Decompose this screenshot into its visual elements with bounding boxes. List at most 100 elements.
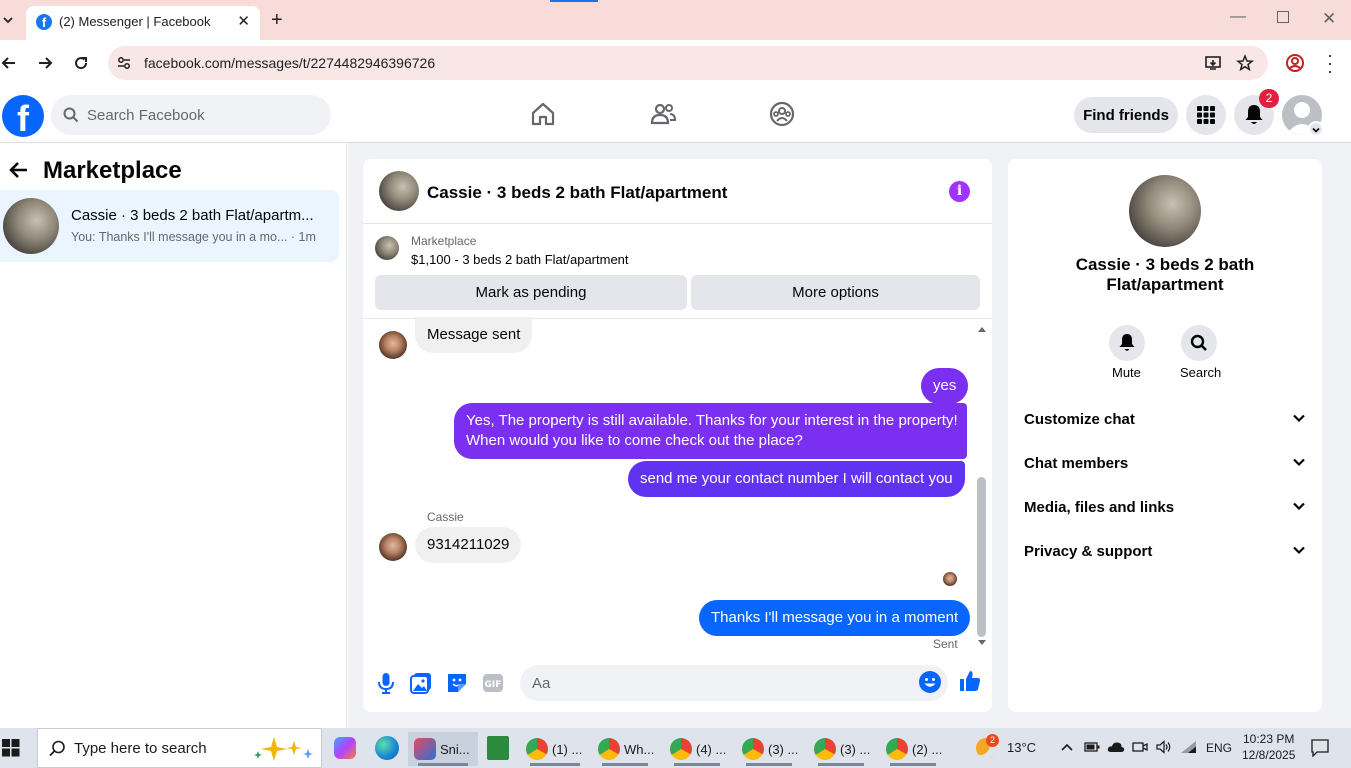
emoji-icon[interactable] <box>918 670 942 694</box>
tab-search-chevron-icon[interactable] <box>2 14 14 26</box>
chrome-icon <box>814 738 836 760</box>
taskbar-clock[interactable]: 10:23 PM 12/8/2025 <box>1242 731 1295 763</box>
battery-icon[interactable] <box>1084 741 1100 753</box>
forward-arrow-icon[interactable] <box>36 54 54 72</box>
section-label: Media, files and links <box>1024 499 1175 516</box>
clock-time: 10:23 PM <box>1243 732 1295 746</box>
svg-text:GIF: GIF <box>485 680 502 690</box>
site-settings-icon[interactable] <box>116 55 132 71</box>
photo-icon[interactable] <box>409 671 433 695</box>
conversation-name: Cassie · 3 beds 2 bath Flat/apartm... <box>71 207 314 224</box>
taskbar-app-chrome-3[interactable]: (4) ... <box>664 732 730 766</box>
sheets-icon[interactable] <box>487 736 509 760</box>
conversation-item[interactable]: Cassie · 3 beds 2 bath Flat/apartm... Yo… <box>0 190 339 262</box>
sticker-icon[interactable] <box>445 671 469 695</box>
copilot-icon[interactable] <box>334 737 356 759</box>
contact-name-line: Cassie · 3 beds 2 bath <box>1075 255 1255 274</box>
chrome-icon <box>526 738 548 760</box>
back-arrow-icon[interactable] <box>0 54 18 72</box>
facebook-favicon-icon: f <box>36 14 52 30</box>
search-conversation-button[interactable] <box>1181 325 1217 361</box>
taskbar-search-input[interactable] <box>74 729 244 767</box>
listing-thumbnail-small <box>375 236 399 260</box>
microphone-icon[interactable] <box>374 671 398 695</box>
back-arrow-icon[interactable] <box>8 159 30 181</box>
browser-menu-icon[interactable]: · · · <box>1327 46 1333 80</box>
browser-tab-messenger[interactable]: f (2) Messenger | Facebook ✕ <box>26 6 260 40</box>
taskbar-app-label: Sni... <box>440 742 470 757</box>
reload-icon[interactable] <box>72 54 90 72</box>
taskbar-app-chrome-6[interactable]: (2) ... <box>880 732 946 766</box>
chevron-down-icon <box>1293 502 1305 511</box>
taskbar-app-snipping[interactable]: Sni... <box>408 732 478 766</box>
new-tab-icon[interactable]: + <box>271 9 283 32</box>
chevron-down-icon <box>1293 546 1305 555</box>
taskbar-app-chrome-5[interactable]: (3) ... <box>808 732 874 766</box>
facebook-search-box[interactable] <box>51 95 331 135</box>
taskbar-app-chrome-1[interactable]: (1) ... <box>520 732 590 766</box>
address-bar[interactable]: facebook.com/messages/t/2274482946396726 <box>108 46 1268 80</box>
facebook-search-input[interactable] <box>87 95 317 135</box>
more-options-button[interactable]: More options <box>691 275 980 310</box>
info-icon[interactable]: i <box>949 181 970 202</box>
message-input[interactable] <box>520 665 948 701</box>
menu-grid-icon <box>1197 106 1215 124</box>
wifi-icon[interactable] <box>1180 740 1198 754</box>
section-label: Privacy & support <box>1024 543 1153 560</box>
privacy-support-row[interactable]: Privacy & support <box>1024 531 1306 575</box>
url-text: facebook.com/messages/t/2274482946396726 <box>144 55 436 71</box>
install-app-icon[interactable] <box>1204 54 1222 72</box>
mark-as-pending-button[interactable]: Mark as pending <box>375 275 687 310</box>
chat-title[interactable]: Cassie · 3 beds 2 bath Flat/apartment <box>427 183 727 203</box>
close-window-icon[interactable]: ✕ <box>1322 9 1336 29</box>
thumbs-up-icon[interactable] <box>958 669 982 693</box>
find-friends-button[interactable]: Find friends <box>1074 97 1178 133</box>
scroll-up-icon[interactable] <box>977 325 987 333</box>
edge-icon[interactable] <box>375 736 399 760</box>
active-indicator <box>890 763 936 766</box>
minimize-window-icon[interactable]: — <box>1230 8 1246 26</box>
facebook-header: f Find friends 2 <box>0 86 1351 143</box>
tab-close-icon[interactable]: ✕ <box>237 12 250 30</box>
bell-icon <box>1245 105 1263 124</box>
taskbar-app-chrome-2[interactable]: Wh... <box>592 732 658 766</box>
friends-icon[interactable] <box>649 100 677 128</box>
contact-avatar[interactable] <box>379 331 407 359</box>
home-icon[interactable] <box>529 100 557 128</box>
snipping-tool-icon <box>414 738 436 760</box>
chat-header-avatar[interactable] <box>379 171 419 211</box>
cloud-icon[interactable] <box>1107 741 1125 753</box>
listing-title[interactable]: $1,100 - 3 beds 2 bath Flat/apartment <box>411 252 629 267</box>
facebook-logo-icon[interactable]: f <box>2 95 44 137</box>
windows-start-icon[interactable] <box>2 739 20 757</box>
groups-icon[interactable] <box>768 100 796 128</box>
restore-window-icon[interactable] <box>1277 11 1289 23</box>
temperature[interactable]: 13°C <box>1007 740 1036 755</box>
account-chevron-icon[interactable] <box>1308 121 1324 137</box>
taskbar-app-chrome-4[interactable]: (3) ... <box>736 732 802 766</box>
volume-icon[interactable] <box>1155 740 1173 754</box>
profile-icon[interactable] <box>1285 53 1305 73</box>
chat-info-panel: Cassie · 3 beds 2 bath Flat/apartment Mu… <box>1008 159 1322 712</box>
gif-icon[interactable]: GIF <box>481 671 505 695</box>
customize-chat-row[interactable]: Customize chat <box>1024 399 1306 443</box>
contact-avatar[interactable] <box>379 533 407 561</box>
search-icon <box>1190 334 1207 351</box>
scroll-down-icon[interactable] <box>977 639 987 647</box>
menu-button[interactable] <box>1186 95 1226 135</box>
taskbar-search-box[interactable] <box>37 728 322 768</box>
media-files-links-row[interactable]: Media, files and links <box>1024 487 1306 531</box>
bell-icon <box>1119 334 1135 351</box>
camera-icon[interactable] <box>1132 741 1148 753</box>
language-indicator[interactable]: ENG <box>1206 741 1232 755</box>
chat-scrollbar[interactable] <box>977 477 986 637</box>
active-indicator <box>418 763 468 766</box>
show-hidden-icons-chevron-icon[interactable] <box>1061 742 1073 752</box>
mute-button[interactable] <box>1109 325 1145 361</box>
contact-profile-picture[interactable] <box>1129 175 1201 247</box>
active-indicator <box>674 763 720 766</box>
chat-members-row[interactable]: Chat members <box>1024 443 1306 487</box>
notification-center-icon[interactable] <box>1311 739 1329 757</box>
bookmark-star-icon[interactable] <box>1236 54 1254 72</box>
active-indicator <box>530 763 580 766</box>
